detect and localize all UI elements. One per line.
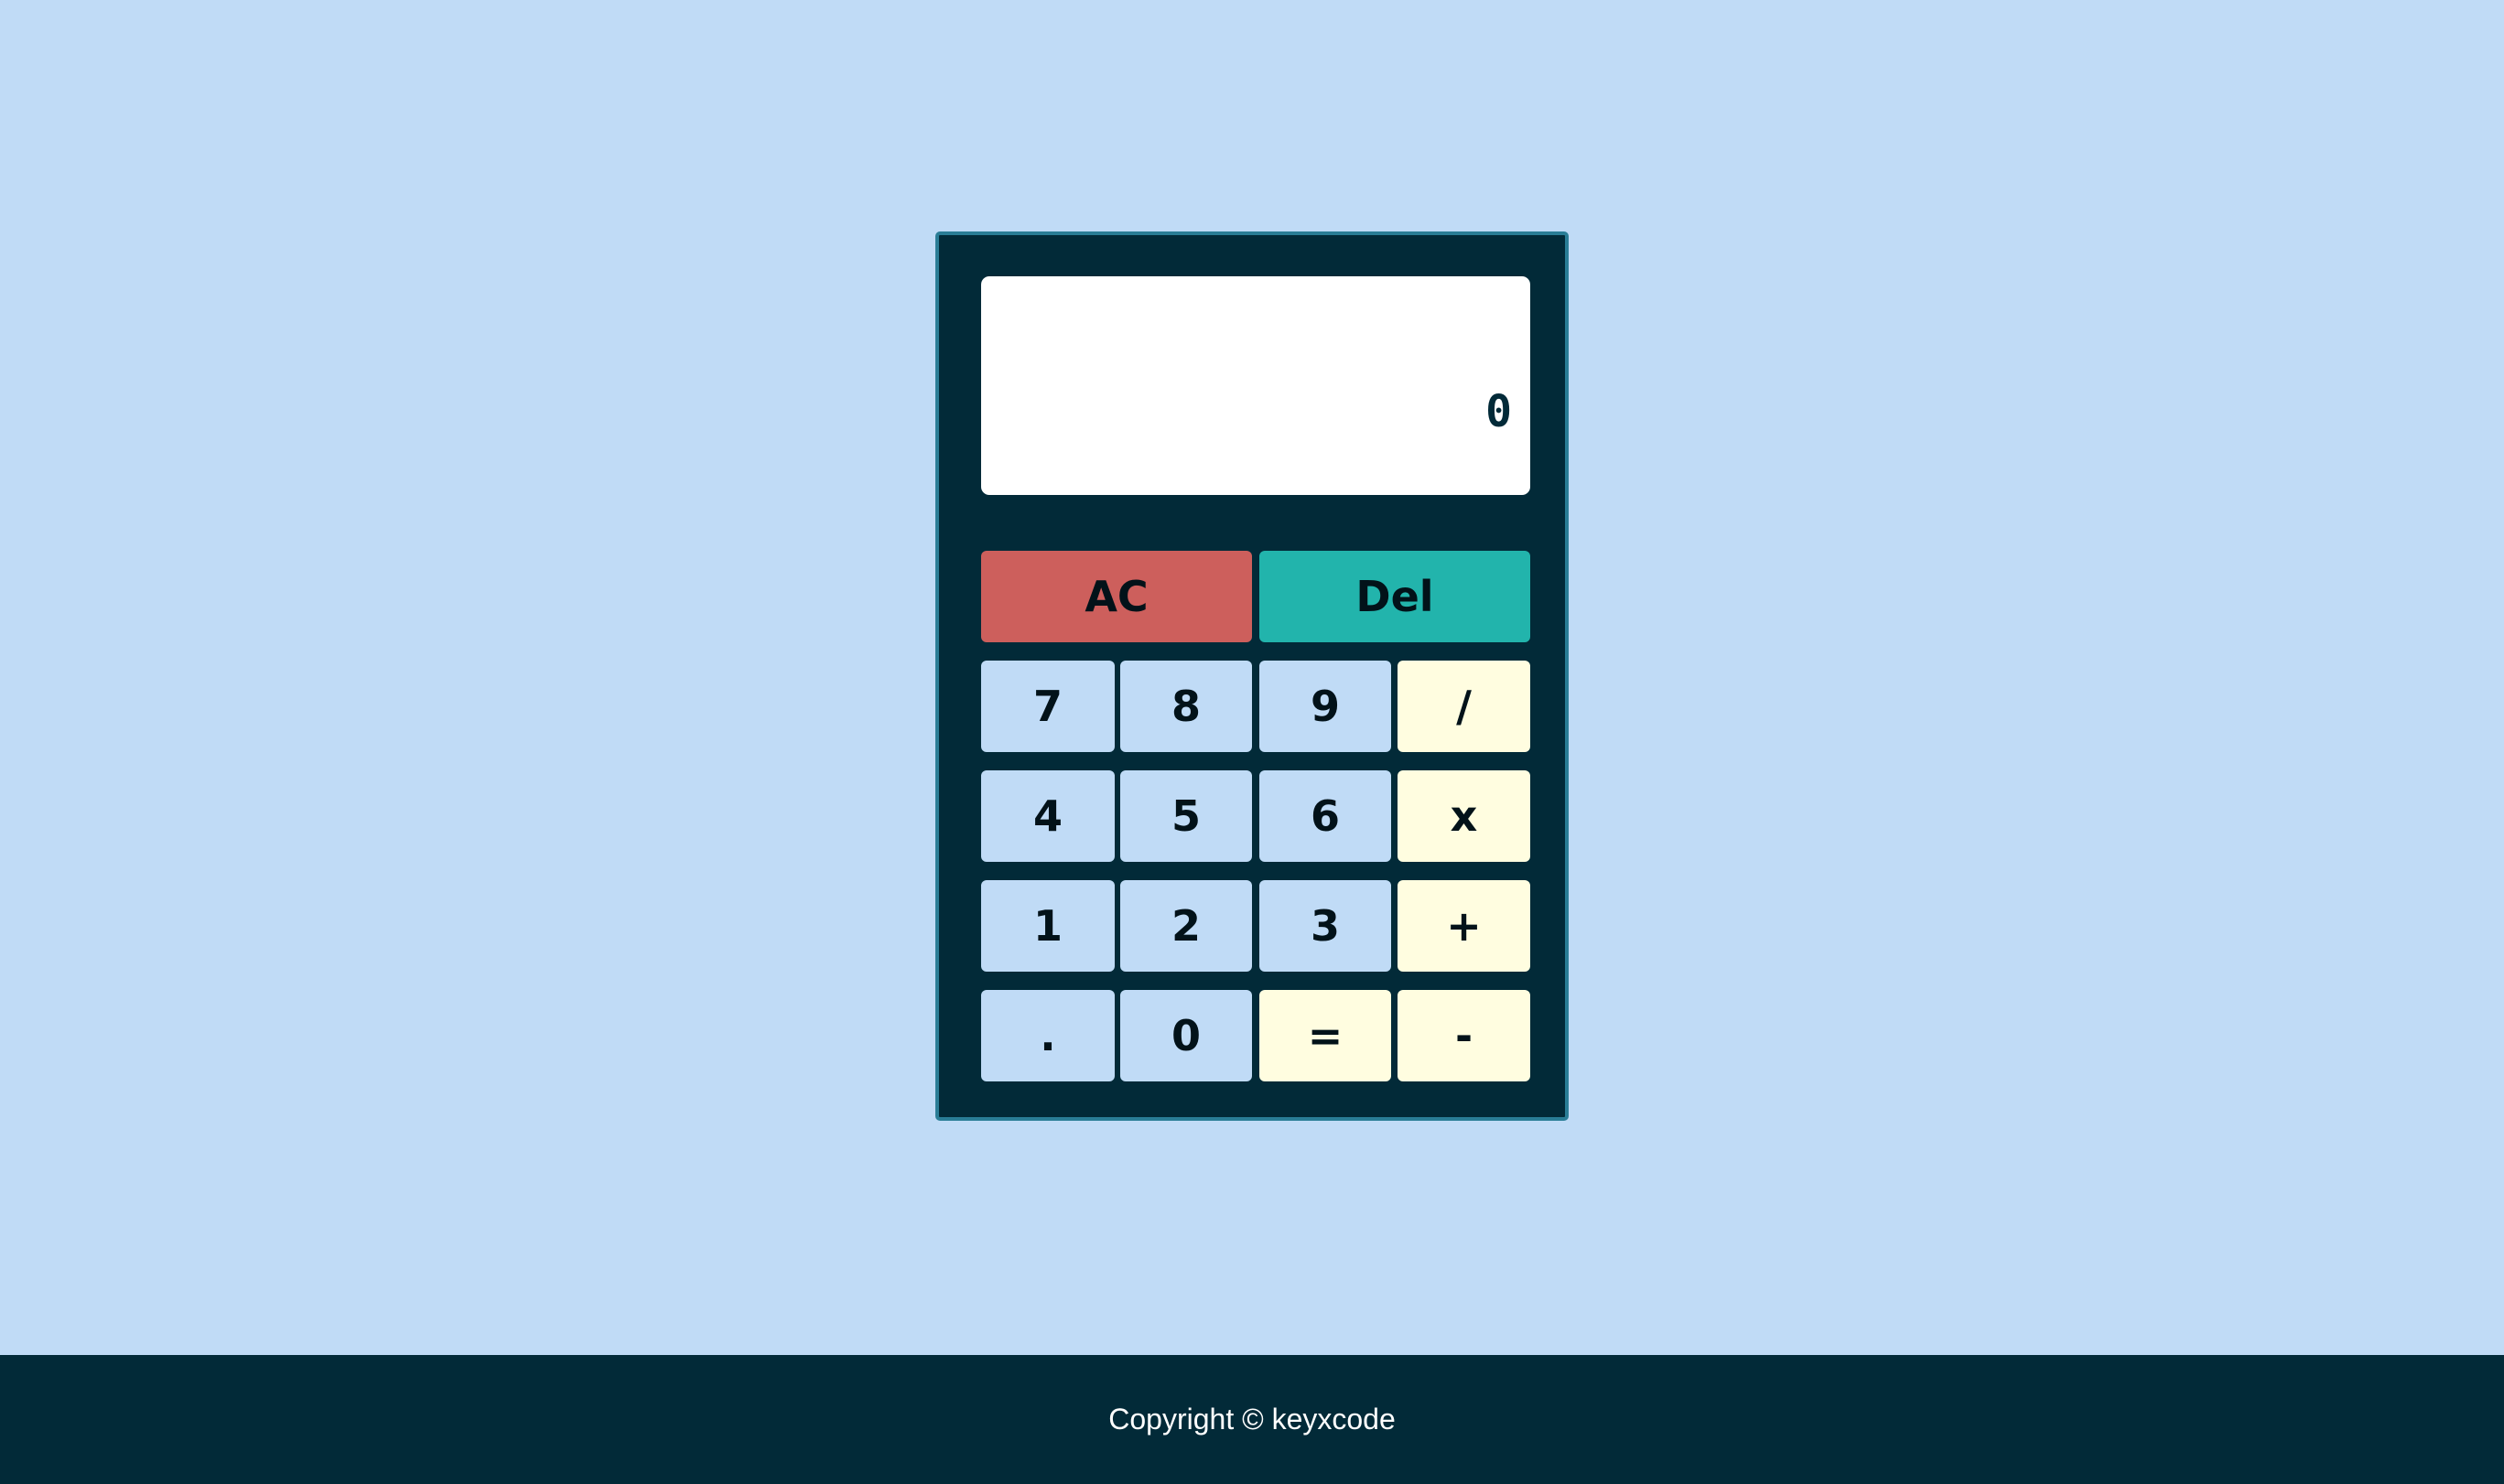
- multiply-button[interactable]: x: [1398, 770, 1530, 862]
- key-8-button[interactable]: 8: [1120, 661, 1252, 752]
- footer: Copyright © keyxcode: [0, 1355, 2504, 1484]
- key-2-button[interactable]: 2: [1120, 880, 1252, 972]
- plus-button[interactable]: +: [1398, 880, 1530, 972]
- key-4-button[interactable]: 4: [981, 770, 1115, 862]
- key-1-button[interactable]: 1: [981, 880, 1115, 972]
- key-9-button[interactable]: 9: [1259, 661, 1391, 752]
- all-clear-button[interactable]: AC: [981, 551, 1252, 642]
- key-3-button[interactable]: 3: [1259, 880, 1391, 972]
- decimal-point-button[interactable]: .: [981, 990, 1115, 1081]
- calculator-display: 0: [981, 276, 1530, 495]
- minus-button[interactable]: -: [1398, 990, 1530, 1081]
- display-value: 0: [1485, 386, 1512, 437]
- key-5-button[interactable]: 5: [1120, 770, 1252, 862]
- divide-button[interactable]: /: [1398, 661, 1530, 752]
- copyright-text: Copyright © keyxcode: [1108, 1403, 1396, 1436]
- key-0-button[interactable]: 0: [1120, 990, 1252, 1081]
- equals-button[interactable]: =: [1259, 990, 1391, 1081]
- calculator: 0 AC Del 7 8 9 / 4 5 6 x 1 2 3 + . 0 = -: [935, 231, 1569, 1121]
- key-6-button[interactable]: 6: [1259, 770, 1391, 862]
- page: 0 AC Del 7 8 9 / 4 5 6 x 1 2 3 + . 0 = -…: [0, 0, 2504, 1484]
- delete-button[interactable]: Del: [1259, 551, 1530, 642]
- key-7-button[interactable]: 7: [981, 661, 1115, 752]
